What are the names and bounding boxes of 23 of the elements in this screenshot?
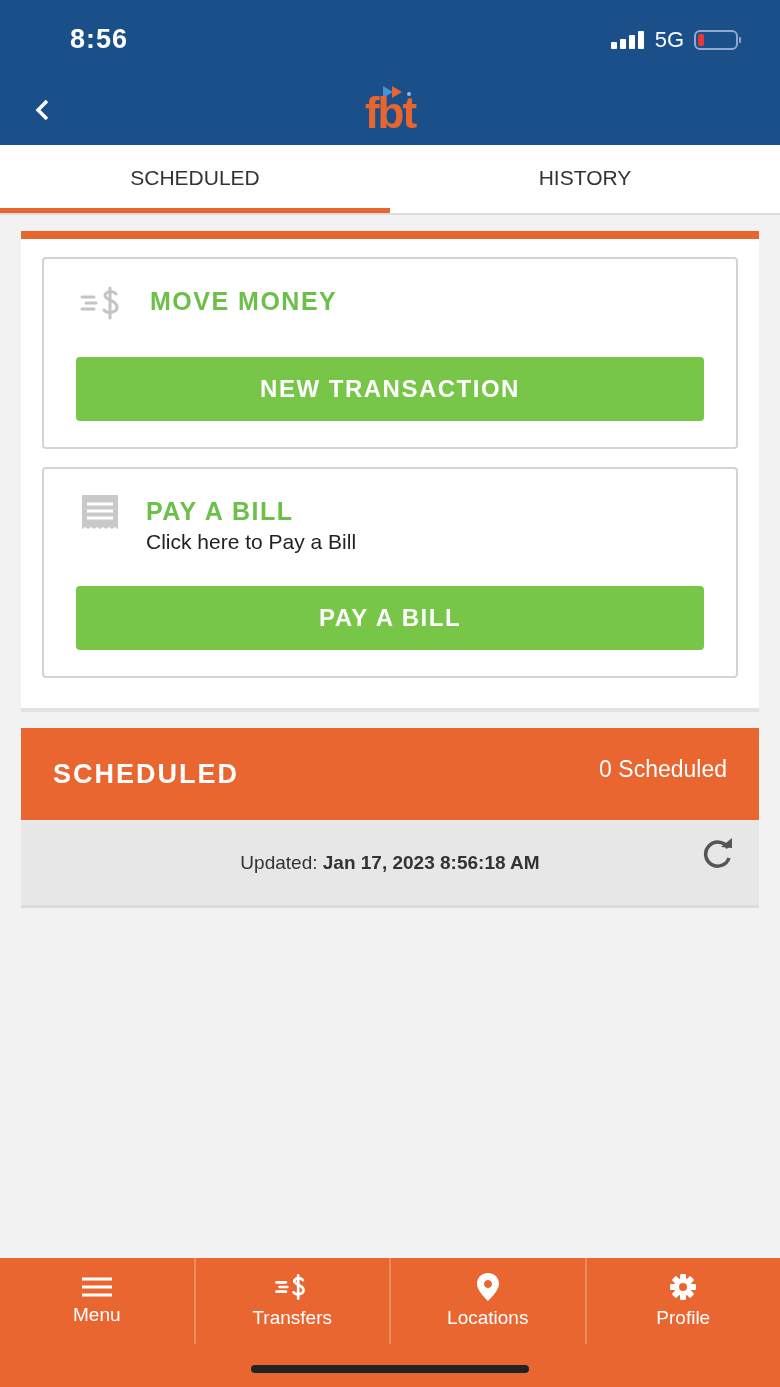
back-icon[interactable] bbox=[34, 99, 50, 121]
status-time: 8:56 bbox=[70, 24, 129, 55]
location-pin-icon bbox=[476, 1273, 499, 1301]
scheduled-count: 0 Scheduled bbox=[599, 756, 727, 783]
card-title: MOVE MONEY bbox=[150, 287, 338, 316]
battery-icon bbox=[694, 29, 742, 50]
card-title: PAY A BILL bbox=[146, 497, 295, 526]
nav-item[interactable]: Transfers bbox=[193, 1258, 389, 1344]
refresh-icon[interactable] bbox=[701, 838, 735, 868]
menu-icon bbox=[81, 1276, 112, 1298]
settings-icon bbox=[668, 1273, 699, 1301]
network-label: 5G bbox=[654, 26, 684, 53]
action-button[interactable]: NEW TRANSACTION bbox=[76, 357, 704, 421]
section-title: SCHEDULED bbox=[53, 759, 239, 790]
nav-item[interactable]: Locations bbox=[389, 1258, 585, 1344]
signal-icon bbox=[610, 30, 645, 49]
updated-text: Updated: Jan 17, 2023 8:56:18 AM bbox=[240, 851, 540, 874]
nav-item[interactable]: Menu bbox=[0, 1258, 194, 1344]
card-subtitle: Click here to Pay a Bill bbox=[146, 530, 357, 554]
receipt-icon bbox=[80, 495, 120, 531]
action-button[interactable]: PAY A BILL bbox=[76, 586, 704, 650]
nav-item[interactable]: Profile bbox=[584, 1258, 780, 1344]
logo: fbt bbox=[364, 85, 416, 135]
